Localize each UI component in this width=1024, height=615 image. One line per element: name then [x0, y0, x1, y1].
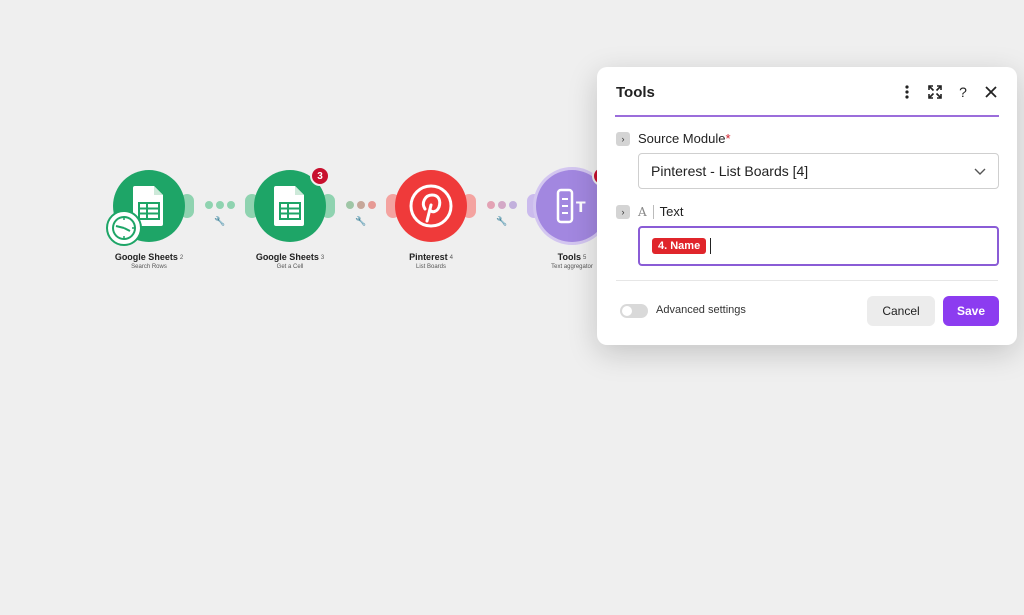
advanced-settings-toggle[interactable]	[620, 304, 648, 318]
module-title: Tools	[557, 252, 581, 262]
save-button[interactable]: Save	[943, 296, 999, 326]
route-dot	[357, 201, 365, 209]
route-settings-wrench-icon[interactable]: 🔧	[355, 216, 366, 227]
module-google-sheets-get-a-cell[interactable]: 3	[245, 166, 335, 242]
route-dot	[487, 201, 495, 209]
route-dot	[498, 201, 506, 209]
pinterest-icon	[395, 170, 467, 242]
advanced-settings-label: Advanced settings	[656, 304, 746, 316]
module-title: Google Sheets	[114, 252, 178, 262]
text-input[interactable]: 4. Name	[638, 226, 999, 266]
chevron-right-icon[interactable]: ›	[616, 132, 630, 146]
cancel-button[interactable]: Cancel	[867, 296, 935, 326]
more-options-icon[interactable]	[899, 83, 915, 101]
source-module-label-text: Source Module	[638, 131, 726, 146]
module-title: Google Sheets	[255, 252, 319, 262]
dialog-header-divider	[615, 115, 999, 117]
module-subtitle: List Boards	[415, 264, 446, 270]
route-dot	[346, 201, 354, 209]
schedule-clock-icon[interactable]	[106, 210, 142, 246]
chevron-down-icon	[974, 163, 986, 179]
source-module-select[interactable]: Pinterest - List Boards [4]	[638, 153, 999, 189]
route-dot	[205, 201, 213, 209]
dialog-footer-divider	[616, 280, 998, 281]
route-dot	[509, 201, 517, 209]
close-icon[interactable]	[983, 83, 999, 101]
source-module-label: Source Module*	[638, 131, 731, 146]
toggle-knob	[622, 306, 632, 316]
chevron-right-icon[interactable]: ›	[616, 205, 630, 219]
module-number: 5	[583, 254, 587, 261]
module-label: Google Sheets 3	[235, 252, 345, 262]
text-field-label: A Text	[638, 204, 684, 219]
module-number: 2	[179, 254, 184, 261]
text-type-icon: A	[638, 204, 647, 219]
module-label: Pinterest 4	[376, 252, 486, 262]
text-caret	[710, 238, 712, 254]
route-settings-wrench-icon[interactable]: 🔧	[214, 216, 225, 227]
module-number: 3	[320, 254, 325, 261]
module-subtitle: Search Rows	[131, 264, 167, 270]
dialog-title: Tools	[616, 84, 655, 101]
route-dot	[227, 201, 235, 209]
route-settings-wrench-icon[interactable]: 🔧	[496, 216, 507, 227]
required-mark: *	[725, 131, 731, 146]
route-dot	[216, 201, 224, 209]
module-label: Google Sheets 2	[94, 252, 204, 262]
label-separator	[652, 204, 654, 219]
module-subtitle: Get a Cell	[276, 264, 304, 270]
source-module-value: Pinterest - List Boards [4]	[651, 163, 809, 179]
route-dot	[368, 201, 376, 209]
mapped-value-pill[interactable]: 4. Name	[652, 238, 707, 254]
module-settings-dialog: Tools ? › Source Module* Pinterest - Lis…	[597, 67, 1017, 345]
module-number: 4	[449, 254, 453, 261]
dialog-toolbar: ?	[899, 83, 999, 101]
help-icon[interactable]: ?	[955, 83, 971, 101]
expand-icon[interactable]	[927, 83, 943, 101]
text-label: Text	[659, 204, 684, 219]
module-title: Pinterest	[409, 252, 448, 262]
operations-badge[interactable]: 3	[310, 166, 330, 186]
module-pinterest-list-boards[interactable]	[386, 170, 476, 242]
svg-text:T: T	[576, 200, 586, 216]
